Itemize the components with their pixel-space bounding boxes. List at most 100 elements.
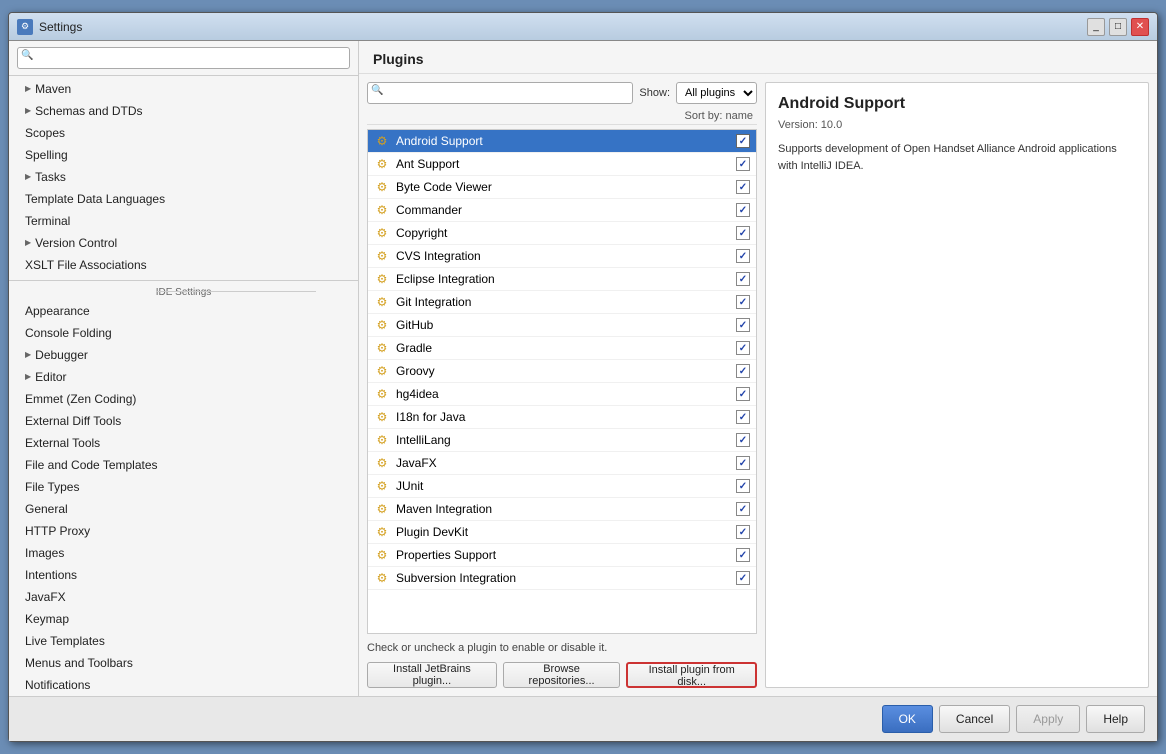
window-body: Maven Schemas and DTDs Scopes Spelling T… [9,41,1157,696]
maximize-button[interactable]: □ [1109,18,1127,36]
ok-button[interactable]: OK [882,705,933,733]
sidebar-list: Maven Schemas and DTDs Scopes Spelling T… [9,76,358,696]
title-bar: ⚙ Settings _ □ ✕ [9,13,1157,41]
apply-button[interactable]: Apply [1016,705,1080,733]
show-dropdown[interactable]: All plugins Enabled Disabled Bundled Cus… [676,82,757,104]
main-content: Plugins Show: All plugins Enabled Disabl… [359,41,1157,696]
plugin-checkbox[interactable] [736,203,750,217]
plugin-row[interactable]: ⚙Git Integration [368,291,756,314]
plugin-row[interactable]: ⚙Plugin DevKit [368,521,756,544]
plugin-row[interactable]: ⚙I18n for Java [368,406,756,429]
sidebar: Maven Schemas and DTDs Scopes Spelling T… [9,41,359,696]
plugin-checkbox[interactable] [736,318,750,332]
sidebar-item-schemas-dtds[interactable]: Schemas and DTDs [9,100,358,122]
plugin-icon: ⚙ [374,409,390,425]
plugin-search-input[interactable] [367,82,633,104]
detail-description: Supports development of Open Handset All… [778,141,1136,174]
sort-label[interactable]: Sort by: name [685,110,753,122]
plugin-row[interactable]: ⚙Android Support [368,130,756,153]
sidebar-item-keymap[interactable]: Keymap [9,608,358,630]
sidebar-item-emmet[interactable]: Emmet (Zen Coding) [9,388,358,410]
sidebar-item-console-folding[interactable]: Console Folding [9,322,358,344]
plugin-icon: ⚙ [374,478,390,494]
sidebar-item-file-code-templates[interactable]: File and Code Templates [9,454,358,476]
plugin-checkbox[interactable] [736,525,750,539]
sidebar-search-input[interactable] [17,47,350,69]
minimize-button[interactable]: _ [1087,18,1105,36]
plugin-icon: ⚙ [374,570,390,586]
plugin-checkbox[interactable] [736,272,750,286]
plugin-name: hg4idea [396,387,736,401]
sidebar-item-external-diff-tools[interactable]: External Diff Tools [9,410,358,432]
plugin-row[interactable]: ⚙Gradle [368,337,756,360]
plugin-checkbox[interactable] [736,571,750,585]
sidebar-item-spelling[interactable]: Spelling [9,144,358,166]
sidebar-item-scopes[interactable]: Scopes [9,122,358,144]
sidebar-item-images[interactable]: Images [9,542,358,564]
cancel-button[interactable]: Cancel [939,705,1010,733]
plugin-row[interactable]: ⚙Byte Code Viewer [368,176,756,199]
browse-repos-button[interactable]: Browse repositories... [503,662,621,688]
install-disk-button[interactable]: Install plugin from disk... [626,662,757,688]
sidebar-item-notifications[interactable]: Notifications [9,674,358,696]
plugin-checkbox[interactable] [736,180,750,194]
sidebar-item-general[interactable]: General [9,498,358,520]
plugin-name: Groovy [396,364,736,378]
window-controls: _ □ ✕ [1087,18,1149,36]
sidebar-item-maven[interactable]: Maven [9,78,358,100]
plugin-row[interactable]: ⚙Copyright [368,222,756,245]
plugin-checkbox[interactable] [736,479,750,493]
plugin-checkbox[interactable] [736,387,750,401]
plugin-icon: ⚙ [374,179,390,195]
plugin-row[interactable]: ⚙Maven Integration [368,498,756,521]
sidebar-item-xslt-file-associations[interactable]: XSLT File Associations [9,254,358,276]
plugin-row[interactable]: ⚙CVS Integration [368,245,756,268]
plugin-row[interactable]: ⚙IntelliLang [368,429,756,452]
plugin-row[interactable]: ⚙ JUnit [368,475,756,498]
plugin-row[interactable]: ⚙JavaFX [368,452,756,475]
sidebar-item-terminal[interactable]: Terminal [9,210,358,232]
plugin-checkbox[interactable] [736,364,750,378]
sidebar-item-file-types[interactable]: File Types [9,476,358,498]
plugin-checkbox[interactable] [736,341,750,355]
install-jetbrains-button[interactable]: Install JetBrains plugin... [367,662,497,688]
close-button[interactable]: ✕ [1131,18,1149,36]
sidebar-item-editor[interactable]: Editor [9,366,358,388]
plugin-row[interactable]: ⚙Groovy [368,360,756,383]
sidebar-item-version-control[interactable]: Version Control [9,232,358,254]
plugin-checkbox[interactable] [736,157,750,171]
plugin-row[interactable]: ⚙Commander [368,199,756,222]
plugin-search-container [367,82,633,104]
sidebar-item-menus-toolbars[interactable]: Menus and Toolbars [9,652,358,674]
plugin-checkbox[interactable] [736,410,750,424]
plugin-row[interactable]: ⚙ hg4idea [368,383,756,406]
plugin-row[interactable]: ⚙Eclipse Integration [368,268,756,291]
plugin-checkbox[interactable] [736,548,750,562]
sidebar-item-appearance[interactable]: Appearance [9,300,358,322]
plugin-checkbox[interactable] [736,295,750,309]
plugin-checkbox[interactable] [736,226,750,240]
help-button[interactable]: Help [1086,705,1145,733]
sidebar-item-http-proxy[interactable]: HTTP Proxy [9,520,358,542]
plugin-name: JUnit [396,479,736,493]
sidebar-item-template-data-languages[interactable]: Template Data Languages [9,188,358,210]
sidebar-item-javafx[interactable]: JavaFX [9,586,358,608]
plugin-checkbox[interactable] [736,456,750,470]
sidebar-item-debugger[interactable]: Debugger [9,344,358,366]
sidebar-item-tasks[interactable]: Tasks [9,166,358,188]
plugin-row[interactable]: ⚙Subversion Integration [368,567,756,590]
plugin-checkbox[interactable] [736,249,750,263]
plugin-icon: ⚙ [374,386,390,402]
plugin-checkbox[interactable] [736,433,750,447]
sidebar-item-intentions[interactable]: Intentions [9,564,358,586]
plugin-checkbox[interactable] [736,502,750,516]
sidebar-item-external-tools[interactable]: External Tools [9,432,358,454]
plugin-row[interactable]: ⚙Properties Support [368,544,756,567]
plugin-checkbox[interactable] [736,134,750,148]
plugin-name: Gradle [396,341,736,355]
sidebar-item-live-templates[interactable]: Live Templates [9,630,358,652]
plugins-list-panel: Show: All plugins Enabled Disabled Bundl… [367,82,757,688]
plugin-name: Git Integration [396,295,736,309]
plugin-row[interactable]: ⚙GitHub [368,314,756,337]
plugin-row[interactable]: ⚙Ant Support [368,153,756,176]
